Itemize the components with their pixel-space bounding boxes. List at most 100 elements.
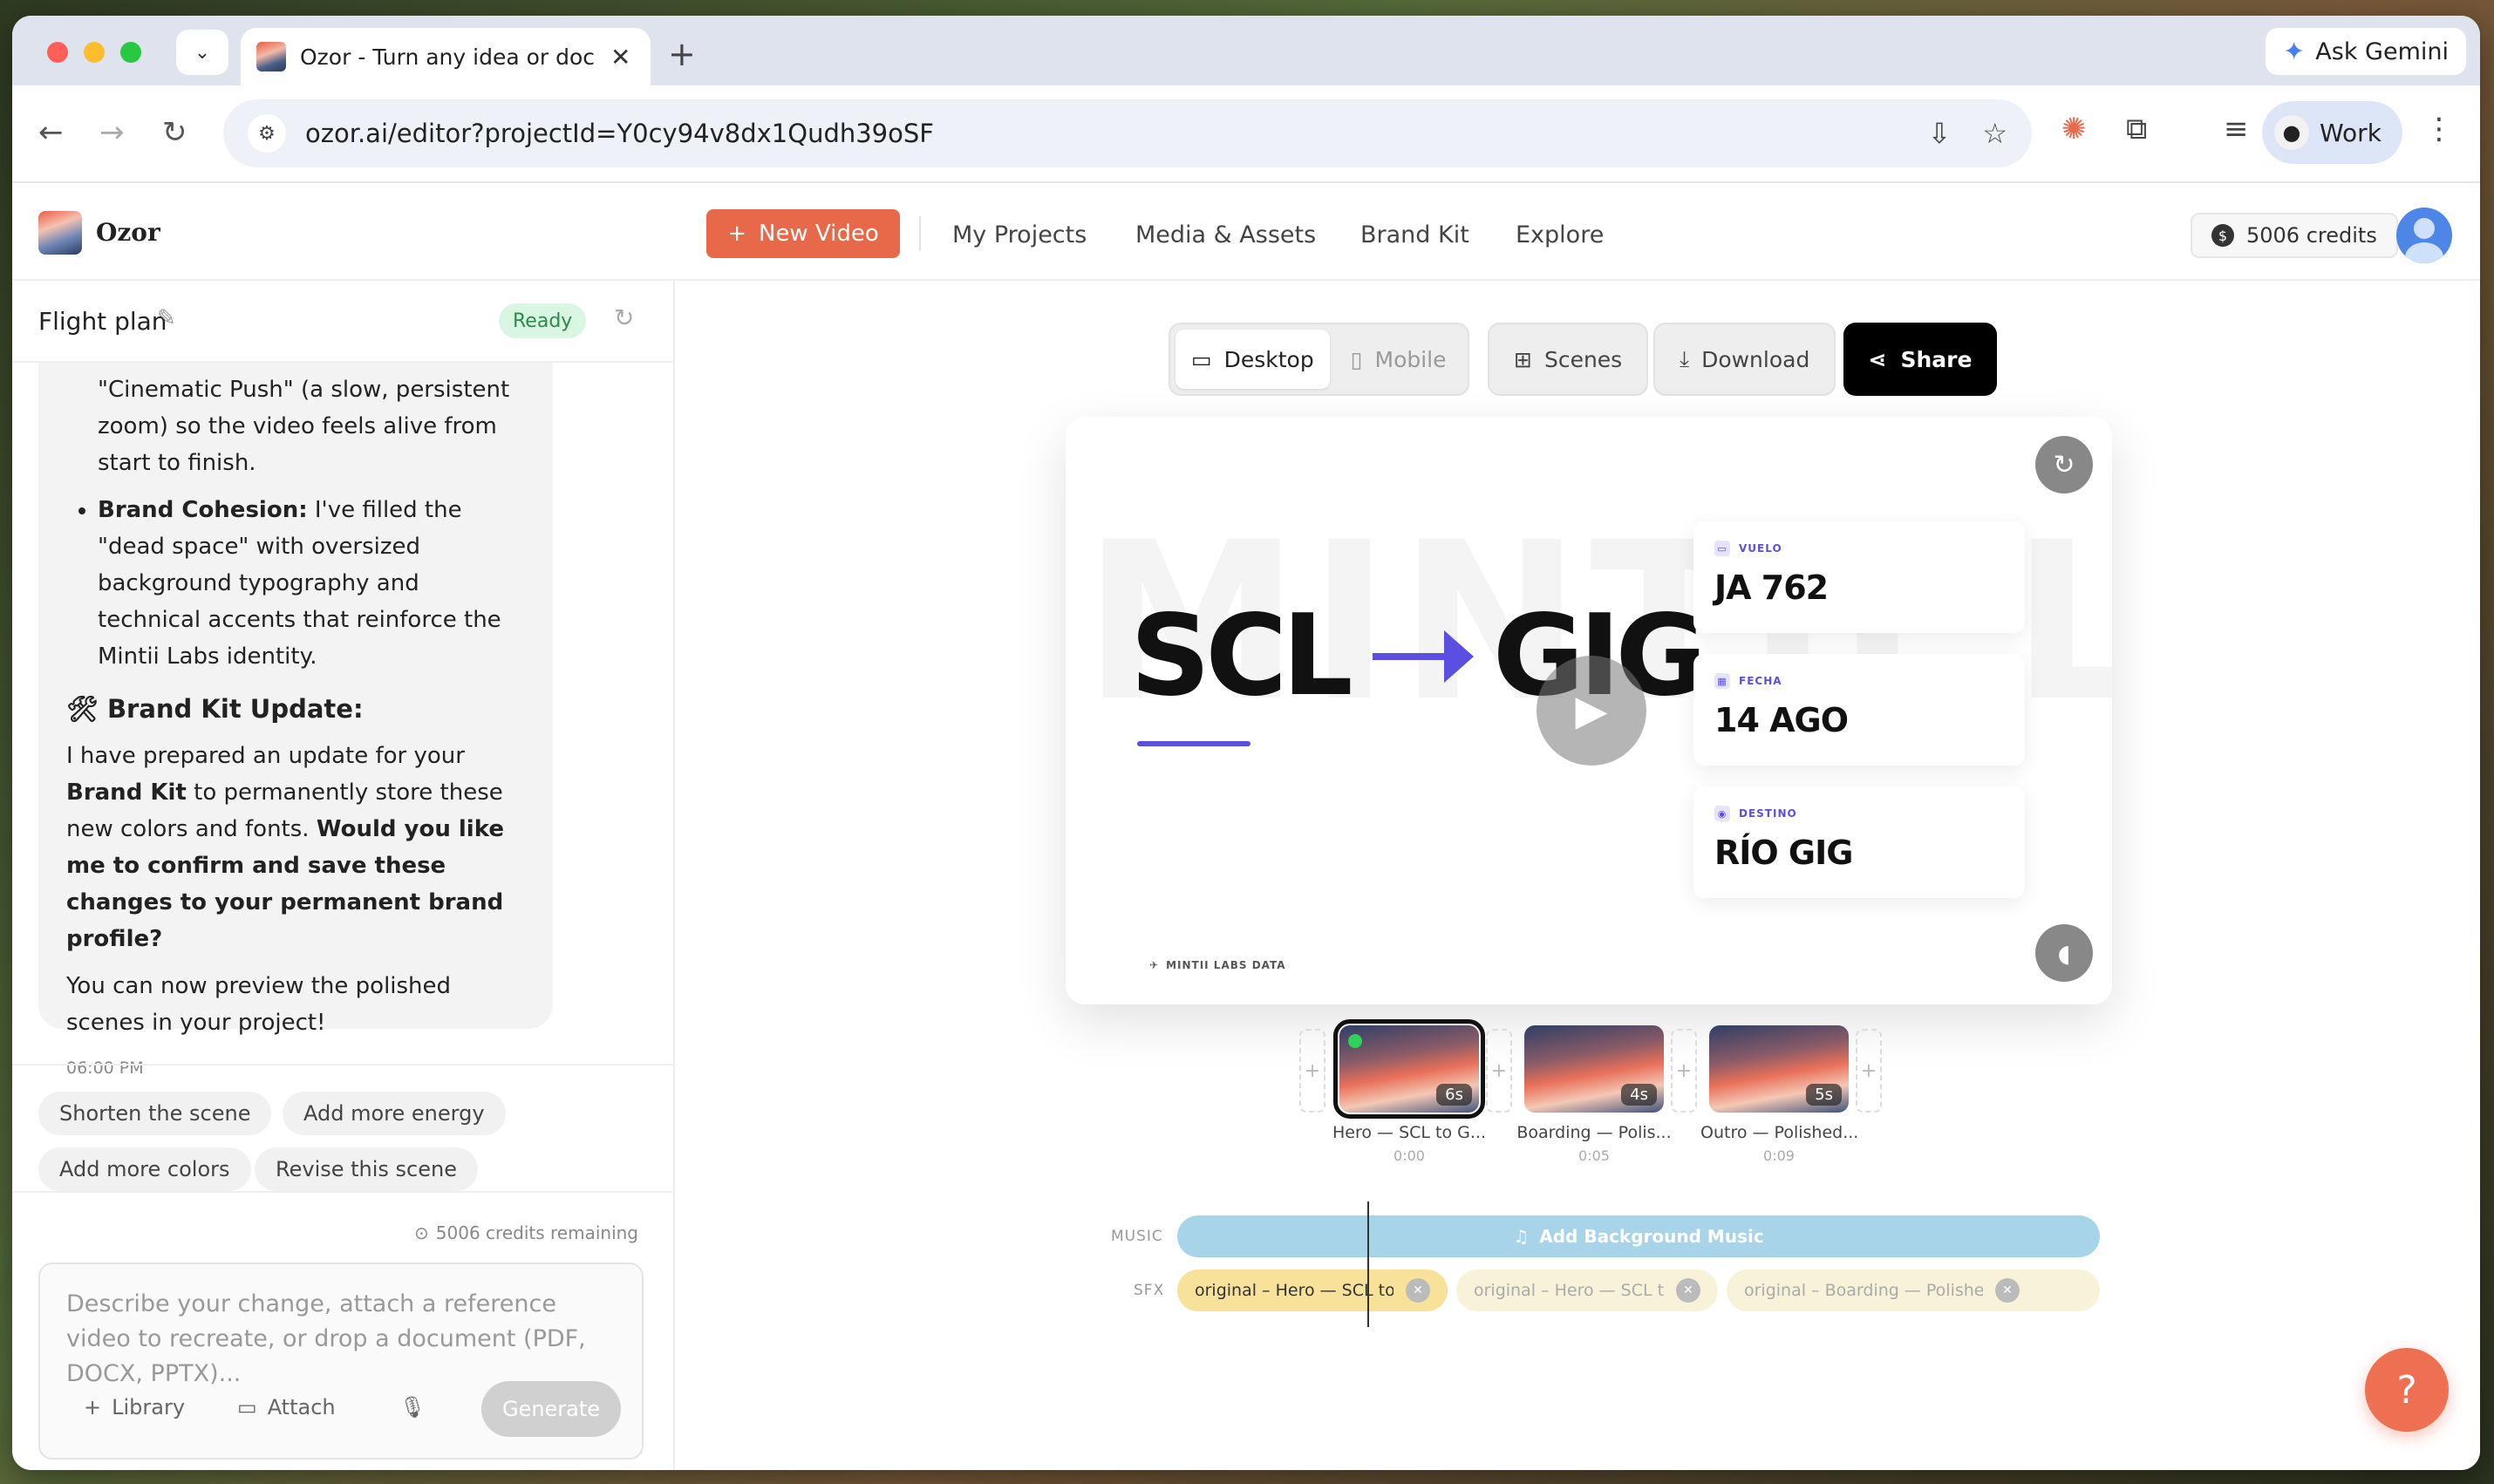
bookmark-star-icon[interactable]: ☆ — [1982, 117, 2007, 150]
remove-clip-icon[interactable]: ✕ — [1676, 1278, 1700, 1303]
close-window-button[interactable] — [47, 42, 68, 63]
prompt-input[interactable]: Describe your change, attach a reference… — [66, 1287, 624, 1392]
sfx-clip[interactable]: original – Hero — SCL to GIG Polish... ✕ — [1177, 1270, 1448, 1311]
back-arrow-icon[interactable]: ← — [38, 115, 64, 150]
credits-button[interactable]: $ 5006 credits — [2191, 213, 2398, 258]
divider — [12, 1191, 675, 1193]
plane-icon: ✈ — [1149, 959, 1160, 971]
remove-clip-icon[interactable]: ✕ — [1406, 1278, 1430, 1303]
para-bold: Brand Kit — [66, 779, 187, 806]
extension-sun-icon[interactable]: ✺ — [2061, 112, 2087, 146]
info-card-destination: ◉ DESTINO RÍO GIG — [1693, 786, 2025, 898]
volume-icon[interactable]: ◖ — [2035, 924, 2093, 982]
new-tab-button[interactable]: + — [668, 35, 696, 73]
tools-icon: 🛠 — [66, 694, 99, 724]
replay-icon[interactable]: ↻ — [2035, 436, 2093, 494]
ask-gemini-label: Ask Gemini — [2315, 37, 2449, 65]
message-continuation: "Cinematic Push" (a slow, persistent zoo… — [98, 377, 510, 476]
user-avatar[interactable] — [2396, 208, 2452, 263]
message-timestamp: 06:00 PM — [66, 1059, 144, 1078]
info-card-flight: ▭ VUELO JA 762 — [1693, 521, 2025, 633]
nav-explore[interactable]: Explore — [1516, 221, 1604, 248]
video-preview[interactable]: MINTII LAB SCL GIG ▶ ▭VUELO JA 762 ▦FECH… — [1066, 417, 2112, 1004]
suggestion-chip[interactable]: Add more energy — [283, 1092, 506, 1135]
preview-footer: ✈ MINTII LABS DATA — [1149, 959, 1286, 971]
sfx-clip[interactable]: original – Boarding — Polished... ✕ — [1727, 1270, 2100, 1311]
nav-media-assets[interactable]: Media & Assets — [1135, 221, 1316, 248]
microphone-icon[interactable]: 🎙 — [399, 1395, 426, 1419]
attach-button[interactable]: ▭ Attach — [237, 1395, 336, 1419]
tab-title: Ozor - Turn any idea or docum — [300, 44, 596, 70]
brand-name[interactable]: Ozor — [96, 218, 160, 247]
scene-thumbnail[interactable]: 6s — [1333, 1019, 1485, 1119]
insert-scene-button[interactable]: + — [1486, 1029, 1512, 1113]
monitor-icon: ▭ — [1191, 346, 1212, 372]
scene-card[interactable]: 5s Outro — Polished... 0:09 — [1700, 1025, 1857, 1164]
sfx-clip-label: original – Hero — SCL to GIG Polish... — [1195, 1281, 1394, 1300]
mobile-tab[interactable]: ▯ Mobile — [1335, 330, 1462, 389]
scene-name: Hero — SCL to G... — [1332, 1123, 1486, 1142]
add-background-music-button[interactable]: ♫ Add Background Music — [1177, 1215, 2100, 1257]
extensions-puzzle-icon[interactable]: ⧉ — [2126, 112, 2147, 146]
profile-button[interactable]: ● Work — [2262, 101, 2402, 164]
mobile-label: Mobile — [1374, 346, 1447, 372]
scenes-button[interactable]: ⊞ Scenes — [1488, 323, 1649, 396]
attach-label: Attach — [267, 1395, 336, 1419]
suggestion-chip[interactable]: Revise this scene — [255, 1147, 478, 1191]
close-tab-icon[interactable]: ✕ — [610, 43, 630, 71]
message-paragraph: I have prepared an update for your Brand… — [66, 738, 525, 957]
timeline-playhead[interactable] — [1367, 1201, 1369, 1327]
play-icon[interactable]: ▶ — [1537, 656, 1646, 766]
sfx-clip[interactable]: original – Hero — SCL to ... ✕ — [1456, 1270, 1718, 1311]
reading-list-icon[interactable]: ≡ — [2224, 112, 2249, 146]
browser-tab[interactable]: Ozor - Turn any idea or docum ✕ — [241, 28, 651, 85]
library-button[interactable]: + Library — [84, 1395, 185, 1419]
insert-scene-button[interactable]: + — [1671, 1029, 1697, 1113]
address-bar[interactable]: ⚙ ozor.ai/editor?projectId=Y0cy94v8dx1Qu… — [223, 99, 2032, 167]
minimize-window-button[interactable] — [84, 42, 105, 63]
refresh-icon[interactable]: ↻ — [614, 303, 634, 332]
install-app-icon[interactable]: ⇩ — [1928, 117, 1952, 150]
location-pin-icon: ◉ — [1714, 806, 1730, 821]
generate-button[interactable]: Generate — [481, 1381, 621, 1437]
forward-arrow-icon[interactable]: → — [99, 115, 125, 150]
share-label: Share — [1900, 346, 1973, 372]
scene-thumbnail[interactable]: 4s — [1524, 1025, 1664, 1113]
tab-search-button[interactable]: ⌄ — [176, 30, 228, 75]
nav-my-projects[interactable]: My Projects — [952, 221, 1087, 248]
sfx-track-label: SFX — [1134, 1282, 1165, 1299]
scene-start-time: 0:00 — [1394, 1147, 1425, 1164]
download-button[interactable]: ⤓ Download — [1653, 323, 1836, 396]
desktop-tab[interactable]: ▭ Desktop — [1175, 330, 1330, 389]
scene-thumbnail[interactable]: 5s — [1709, 1025, 1849, 1113]
site-info-icon[interactable]: ⚙ — [248, 114, 286, 153]
suggestion-chip[interactable]: Shorten the scene — [38, 1092, 272, 1135]
new-video-button[interactable]: + New Video — [706, 209, 900, 258]
url-text[interactable]: ozor.ai/editor?projectId=Y0cy94v8dx1Qudh… — [305, 119, 1897, 148]
pencil-edit-icon[interactable]: ✎ — [157, 305, 176, 331]
new-video-label: New Video — [758, 221, 879, 247]
assistant-message: "Cinematic Push" (a slow, persistent zoo… — [38, 363, 553, 1078]
prompt-composer[interactable]: Describe your change, attach a reference… — [38, 1263, 644, 1460]
remove-clip-icon[interactable]: ✕ — [1995, 1278, 2020, 1303]
nav-brand-kit[interactable]: Brand Kit — [1360, 221, 1469, 248]
scene-card[interactable]: 6s Hero — SCL to G... 0:00 — [1331, 1019, 1488, 1164]
gemini-icon: ✦ — [2283, 36, 2306, 67]
share-button[interactable]: ⋖ Share — [1843, 323, 1997, 396]
reload-icon[interactable]: ↻ — [162, 115, 187, 150]
info-value: JA 762 — [1714, 568, 1829, 607]
scene-duration: 6s — [1436, 1084, 1472, 1106]
info-label: ▭ VUELO — [1714, 541, 2004, 556]
insert-scene-button[interactable]: + — [1299, 1029, 1325, 1113]
divider — [12, 1064, 675, 1065]
suggestion-chip[interactable]: Add more colors — [38, 1147, 251, 1191]
insert-scene-button[interactable]: + — [1856, 1029, 1882, 1113]
ask-gemini-button[interactable]: ✦ Ask Gemini — [2266, 28, 2466, 75]
ozor-logo-icon[interactable] — [38, 211, 82, 255]
scene-card[interactable]: 4s Boarding — Polis... 0:05 — [1516, 1025, 1673, 1164]
info-value: 14 AGO — [1714, 701, 1849, 739]
maximize-window-button[interactable] — [120, 42, 141, 63]
browser-menu-icon[interactable]: ⋮ — [2424, 112, 2454, 146]
help-question-icon[interactable]: ? — [2365, 1348, 2449, 1432]
project-title[interactable]: Flight plan — [38, 307, 167, 336]
